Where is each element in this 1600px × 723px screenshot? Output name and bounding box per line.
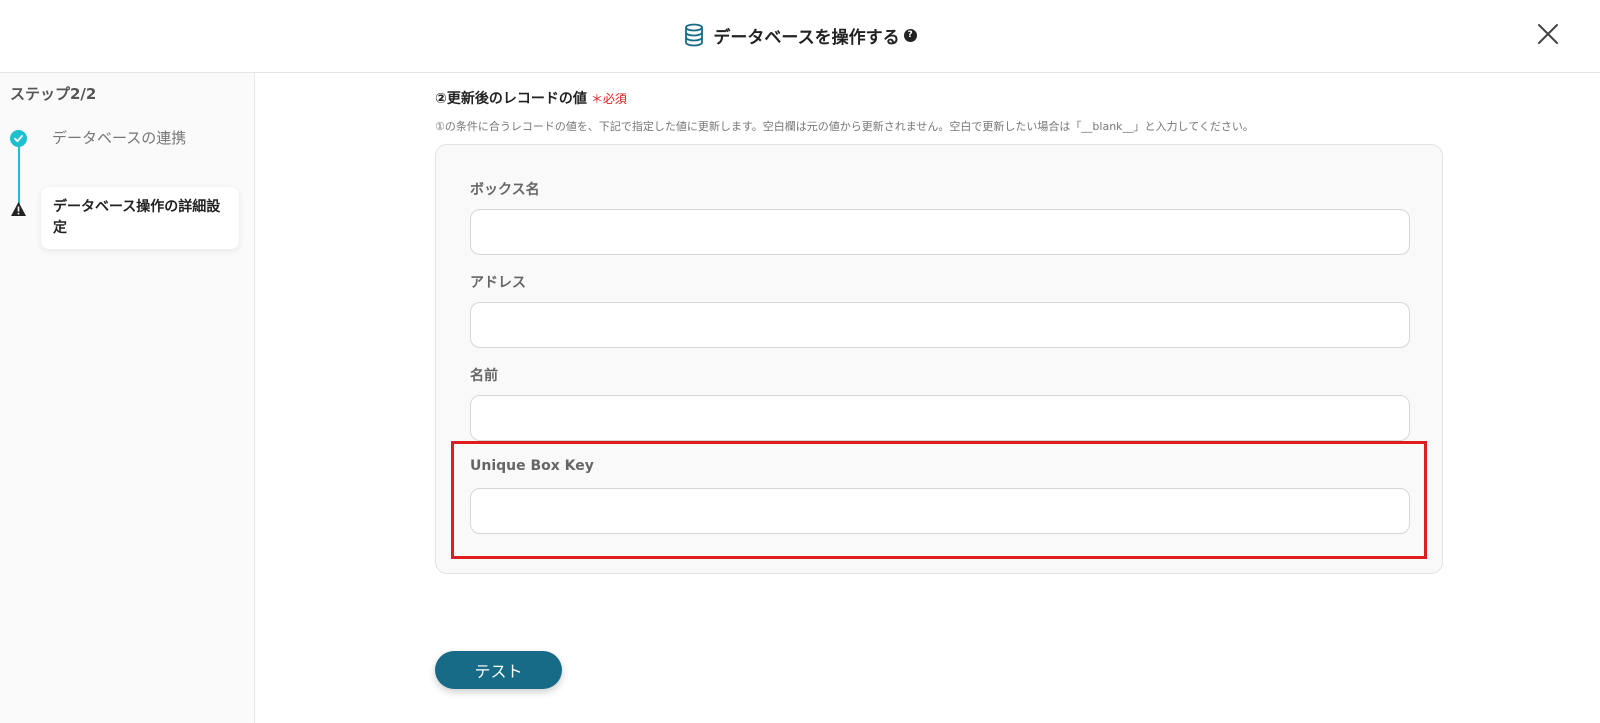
check-icon <box>10 130 27 147</box>
field-address: アドレス <box>470 272 1410 348</box>
step-item-operation-settings[interactable]: データベース操作の詳細設定 <box>41 187 239 249</box>
unique-box-key-input[interactable] <box>470 488 1410 534</box>
field-name: 名前 <box>470 365 1410 441</box>
close-button[interactable] <box>1536 22 1560 46</box>
record-values-form: ボックス名 アドレス 名前 Unique Box Key <box>435 144 1443 574</box>
dialog-title: データベースを操作する <box>713 27 900 48</box>
dialog-header: データベースを操作する ? <box>0 0 1600 73</box>
field-unique-box-key: Unique Box Key <box>470 458 1410 534</box>
field-label: Unique Box Key <box>470 458 594 474</box>
step-count: ステップ2/2 <box>10 85 97 103</box>
field-label: 名前 <box>470 368 498 384</box>
section-description: ①の条件に合うレコードの値を、下記で指定した値に更新します。空白欄は元の値から更… <box>435 120 1254 133</box>
section-title-text: ②更新後のレコードの値 <box>435 91 587 107</box>
field-box-name: ボックス名 <box>470 179 1410 255</box>
dialog-title-wrap: データベースを操作する ? <box>0 20 1600 50</box>
name-input[interactable] <box>470 395 1410 441</box>
test-button[interactable]: テスト <box>435 651 562 689</box>
close-icon <box>1538 24 1558 44</box>
database-icon <box>683 23 705 47</box>
help-icon[interactable]: ? <box>903 28 917 42</box>
step-connector <box>18 137 20 209</box>
step-sidebar: ステップ2/2 データベースの連携 データベース操作の詳細設定 <box>0 73 255 723</box>
step-item-database-link[interactable]: データベースの連携 <box>52 127 186 148</box>
section-title: ②更新後のレコードの値 ＊必須 <box>435 88 627 108</box>
main-content: ②更新後のレコードの値 ＊必須 ①の条件に合うレコードの値を、下記で指定した値に更… <box>435 73 1445 723</box>
field-label: アドレス <box>470 275 526 291</box>
required-badge: ＊必須 <box>590 92 627 106</box>
field-label: ボックス名 <box>470 182 540 198</box>
warning-icon <box>10 201 27 217</box>
box-name-input[interactable] <box>470 209 1410 255</box>
address-input[interactable] <box>470 302 1410 348</box>
